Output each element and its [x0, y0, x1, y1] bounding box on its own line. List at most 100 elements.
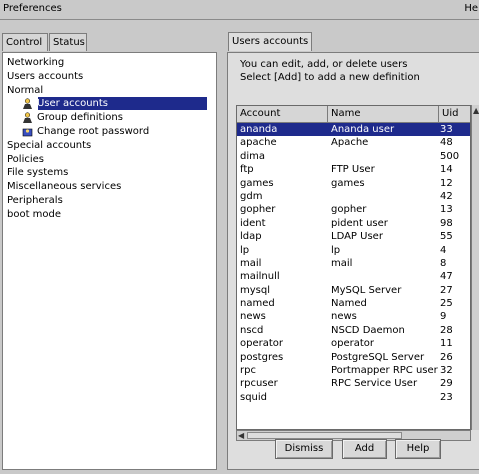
account-cell: dima: [240, 150, 265, 162]
description-line-1: You can edit, add, or delete users: [240, 59, 408, 70]
table-row[interactable]: dima 500: [237, 150, 470, 163]
name-cell: Named: [331, 298, 367, 310]
tree-item-label: Users accounts: [7, 70, 84, 82]
tree-item[interactable]: Policies: [3, 153, 216, 167]
help-button[interactable]: Help: [395, 439, 441, 459]
name-cell: Portmapper RPC user: [331, 365, 438, 377]
tree-item[interactable]: Users accounts: [3, 70, 216, 84]
uid-cell: 27: [440, 284, 453, 296]
account-cell: ananda: [240, 124, 278, 135]
tree-item-label: Networking: [7, 57, 65, 68]
account-cell: games: [240, 177, 274, 189]
uid-cell: 8: [440, 257, 447, 269]
user-accounts-list[interactable]: Account Name Uid ananda Ananda user 33 apac…: [236, 105, 471, 430]
uid-cell: 26: [440, 351, 453, 363]
tree-item[interactable]: Peripherals: [3, 194, 216, 208]
table-row[interactable]: named Named 25: [237, 297, 470, 310]
table-row[interactable]: postgres PostgreSQL Server 26: [237, 351, 470, 364]
table-row[interactable]: mysql MySQL Server 27: [237, 284, 470, 297]
column-header-name[interactable]: Name: [328, 106, 439, 122]
tree-item[interactable]: Special accounts: [3, 139, 216, 153]
dismiss-button[interactable]: Dismiss: [275, 439, 333, 459]
uid-cell: 47: [440, 271, 453, 283]
title-bar: Preferences He: [0, 0, 479, 20]
uid-cell: 29: [440, 378, 453, 390]
table-row[interactable]: ldap LDAP User 55: [237, 230, 470, 243]
navigation-tree: Networking Users accounts Normal User accou…: [3, 56, 216, 222]
uid-cell: 32: [440, 365, 453, 377]
group-definitions-icon: [22, 112, 33, 124]
tree-item-label: boot mode: [7, 208, 62, 220]
uid-cell: 12: [440, 177, 453, 189]
table-row[interactable]: squid 23: [237, 391, 470, 404]
table-row[interactable]: rpcuser RPC Service User 29: [237, 377, 470, 390]
table-row[interactable]: news news 9: [237, 310, 470, 323]
scrollbar-thumb[interactable]: [247, 432, 402, 439]
uid-cell: 28: [440, 324, 453, 336]
add-button[interactable]: Add: [342, 439, 387, 459]
list-header: Account Name Uid: [237, 106, 470, 123]
account-cell: mailnull: [240, 271, 280, 283]
table-row[interactable]: mail mail 8: [237, 257, 470, 270]
tab-users-accounts[interactable]: Users accounts: [228, 32, 312, 51]
tree-item[interactable]: Miscellaneous services: [3, 180, 216, 194]
help-menu[interactable]: He: [464, 3, 478, 14]
scroll-left-icon[interactable]: ◀: [238, 431, 244, 440]
name-cell: pident user: [331, 217, 388, 229]
account-cell: squid: [240, 391, 268, 403]
uid-cell: 4: [440, 244, 447, 256]
table-row[interactable]: mailnull 47: [237, 270, 470, 283]
tree-item[interactable]: boot mode: [3, 208, 216, 222]
uid-cell: 9: [440, 311, 447, 323]
table-row[interactable]: nscd NSCD Daemon 28: [237, 324, 470, 337]
account-cell: gdm: [240, 190, 263, 202]
account-cell: rpcuser: [240, 378, 278, 390]
table-row[interactable]: ananda Ananda user 33: [237, 123, 470, 137]
table-row[interactable]: games games 12: [237, 177, 470, 190]
name-cell: mail: [331, 257, 353, 269]
uid-cell: 23: [440, 391, 453, 403]
name-cell: games: [331, 177, 365, 189]
column-header-uid[interactable]: Uid: [439, 106, 470, 122]
list-rows: ananda Ananda user 33 apache Apache 48 dima 500…: [237, 123, 470, 404]
account-cell: mysql: [240, 284, 270, 296]
account-cell: ldap: [240, 231, 262, 243]
name-cell: operator: [331, 338, 375, 350]
vertical-scrollbar[interactable]: ▲: [471, 105, 479, 430]
account-cell: news: [240, 311, 266, 323]
change-root-password-icon: [22, 126, 33, 137]
tree-item-label: Change root password: [37, 125, 150, 137]
tree-item[interactable]: Group definitions: [3, 111, 216, 125]
column-header-account[interactable]: Account: [237, 106, 328, 122]
tree-item[interactable]: Networking: [3, 56, 216, 70]
tree-item[interactable]: Change root password: [3, 125, 216, 139]
account-cell: ftp: [240, 164, 254, 176]
description-line-2: Select [Add] to add a new definition: [240, 72, 420, 83]
table-row[interactable]: apache Apache 48: [237, 136, 470, 149]
table-row[interactable]: gdm 42: [237, 190, 470, 203]
uid-cell: 48: [440, 137, 453, 149]
tree-item-label: File systems: [7, 167, 69, 179]
table-row[interactable]: lp lp 4: [237, 244, 470, 257]
scroll-up-icon[interactable]: ▲: [473, 106, 479, 115]
table-row[interactable]: ident pident user 98: [237, 217, 470, 230]
account-cell: rpc: [240, 365, 256, 377]
tree-item-label: Policies: [7, 153, 44, 165]
name-cell: LDAP User: [331, 231, 383, 243]
tree-item[interactable]: User accounts: [3, 97, 216, 111]
tree-item-label: Special accounts: [7, 139, 92, 151]
tab-status[interactable]: Status: [49, 33, 87, 51]
name-cell: FTP User: [331, 164, 375, 176]
table-row[interactable]: ftp FTP User 14: [237, 163, 470, 176]
table-row[interactable]: rpc Portmapper RPC user 32: [237, 364, 470, 377]
tree-item-label: Normal: [7, 84, 44, 96]
tab-control[interactable]: Control: [2, 33, 48, 51]
tree-item[interactable]: Normal: [3, 84, 216, 98]
table-row[interactable]: gopher gopher 13: [237, 203, 470, 216]
uid-cell: 13: [440, 204, 453, 216]
tree-item-label: Peripherals: [7, 194, 63, 206]
tree-item[interactable]: File systems: [3, 166, 216, 180]
name-cell: news: [331, 311, 357, 323]
table-row[interactable]: operator operator 11: [237, 337, 470, 350]
account-cell: mail: [240, 257, 262, 269]
